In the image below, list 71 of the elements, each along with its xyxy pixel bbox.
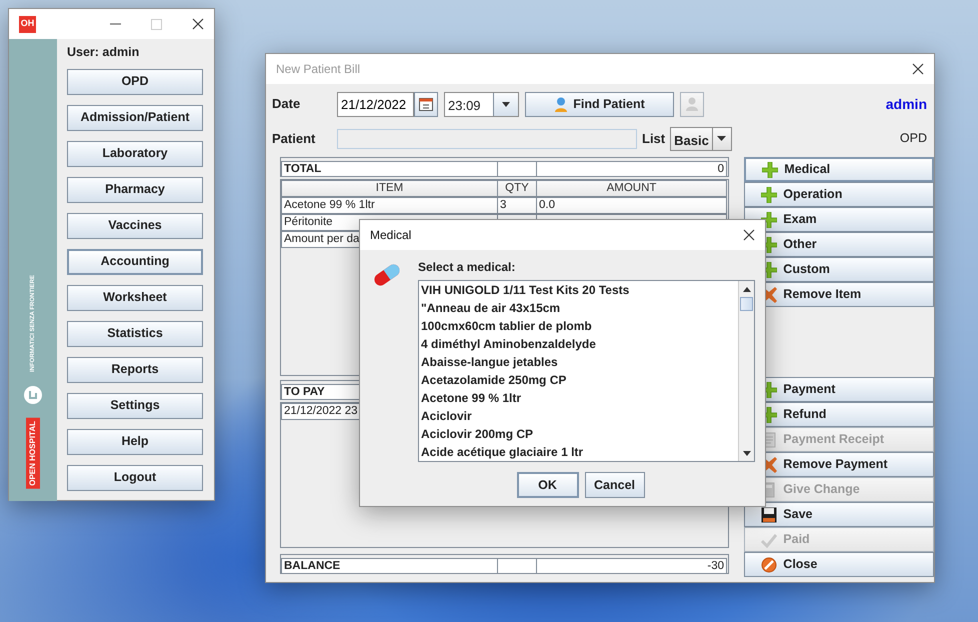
- menu-button[interactable]: Reports: [67, 356, 203, 383]
- find-patient-button[interactable]: Find Patient: [525, 92, 674, 116]
- patient-label: Patient: [272, 130, 316, 148]
- close-icon[interactable]: [192, 18, 204, 30]
- date-field[interactable]: 21/12/2022: [337, 92, 414, 116]
- checkmark-icon: [761, 532, 778, 548]
- list-option[interactable]: Aciclovir 200mg CP: [419, 425, 738, 443]
- dropdown-arrow-icon: [502, 102, 510, 106]
- list-option[interactable]: "Anneau de air 43x15cm: [419, 299, 738, 317]
- plus-icon: [762, 162, 778, 178]
- patient-field[interactable]: [337, 128, 637, 148]
- column-header: AMOUNT: [536, 180, 727, 197]
- menu-button[interactable]: OPD: [67, 68, 203, 95]
- close-icon[interactable]: [912, 63, 924, 75]
- menu-button[interactable]: Logout: [67, 464, 203, 491]
- app-logo: OH: [19, 16, 36, 32]
- maximize-icon: [151, 18, 162, 30]
- balance-value: -30: [536, 558, 727, 574]
- table-cell: 3: [497, 197, 537, 214]
- user-label: User: admin: [67, 44, 140, 61]
- column-header: QTY: [497, 180, 537, 197]
- plus-icon: [761, 186, 778, 202]
- list-option[interactable]: 100cmx60cm tablier de plomb: [419, 317, 738, 335]
- date-label: Date: [272, 95, 302, 114]
- prompt-label: Select a medical:: [418, 259, 516, 276]
- calendar-icon: [419, 97, 433, 111]
- list-dropdown[interactable]: Basic: [670, 126, 732, 150]
- action-button[interactable]: Close: [744, 552, 934, 577]
- user-name: admin: [886, 94, 927, 114]
- menu-button[interactable]: Statistics: [67, 320, 203, 347]
- menu-button[interactable]: Pharmacy: [67, 176, 203, 203]
- dialog-button[interactable]: Cancel: [584, 472, 644, 498]
- list-label: List: [642, 130, 666, 148]
- list-option[interactable]: Abaisse-langue jetables: [419, 353, 738, 371]
- list-option[interactable]: Acide acétique glaciaire 1 ltr: [419, 443, 738, 461]
- close-icon[interactable]: [743, 229, 755, 241]
- list-option[interactable]: 4 diméthyl Aminobenzaldelyde: [419, 335, 738, 353]
- scrollbar[interactable]: [738, 281, 754, 461]
- ward-label: OPD: [900, 130, 927, 148]
- calendar-button[interactable]: [414, 92, 438, 116]
- dropdown-arrow-icon: [717, 136, 726, 141]
- list-option[interactable]: VIH UNIGOLD 1/11 Test Kits 20 Tests: [419, 281, 738, 299]
- action-button[interactable]: Exam: [744, 207, 934, 232]
- dialog-button[interactable]: OK: [516, 472, 578, 498]
- action-button[interactable]: Medical: [744, 157, 934, 182]
- time-field[interactable]: 23:09: [444, 92, 519, 116]
- minimize-icon: [110, 23, 121, 25]
- menu-button[interactable]: Laboratory: [67, 140, 203, 167]
- total-label: TOTAL: [281, 161, 498, 177]
- balance-label: BALANCE: [281, 558, 498, 574]
- person-icon: [554, 96, 568, 112]
- scroll-down-arrow-icon: [742, 450, 750, 456]
- menu-button[interactable]: Admission/Patient: [67, 104, 203, 131]
- total-value: 0: [536, 161, 727, 177]
- column-header: ITEM: [281, 180, 498, 197]
- table-cell: 0.0: [536, 197, 727, 214]
- action-button[interactable]: Operation: [744, 182, 934, 207]
- menu-button[interactable]: Settings: [67, 392, 203, 419]
- scrollbar-thumb[interactable]: [740, 297, 753, 311]
- action-button[interactable]: Save: [744, 502, 934, 527]
- person-icon: [686, 97, 698, 111]
- no-entry-icon: [761, 556, 778, 572]
- scroll-up-arrow-icon: [742, 286, 750, 292]
- table-cell: Acetone 99 % 1ltr: [281, 197, 498, 214]
- menu-button[interactable]: Worksheet: [67, 284, 203, 311]
- menu-button[interactable]: Help: [67, 428, 203, 455]
- menu-button[interactable]: Vaccines: [67, 212, 203, 239]
- plus-icon: [761, 212, 778, 228]
- brand-logo-text: OPEN HOSPITAL: [26, 418, 40, 489]
- window-title: New Patient Bill: [276, 61, 360, 78]
- menu-button[interactable]: Accounting: [67, 248, 203, 275]
